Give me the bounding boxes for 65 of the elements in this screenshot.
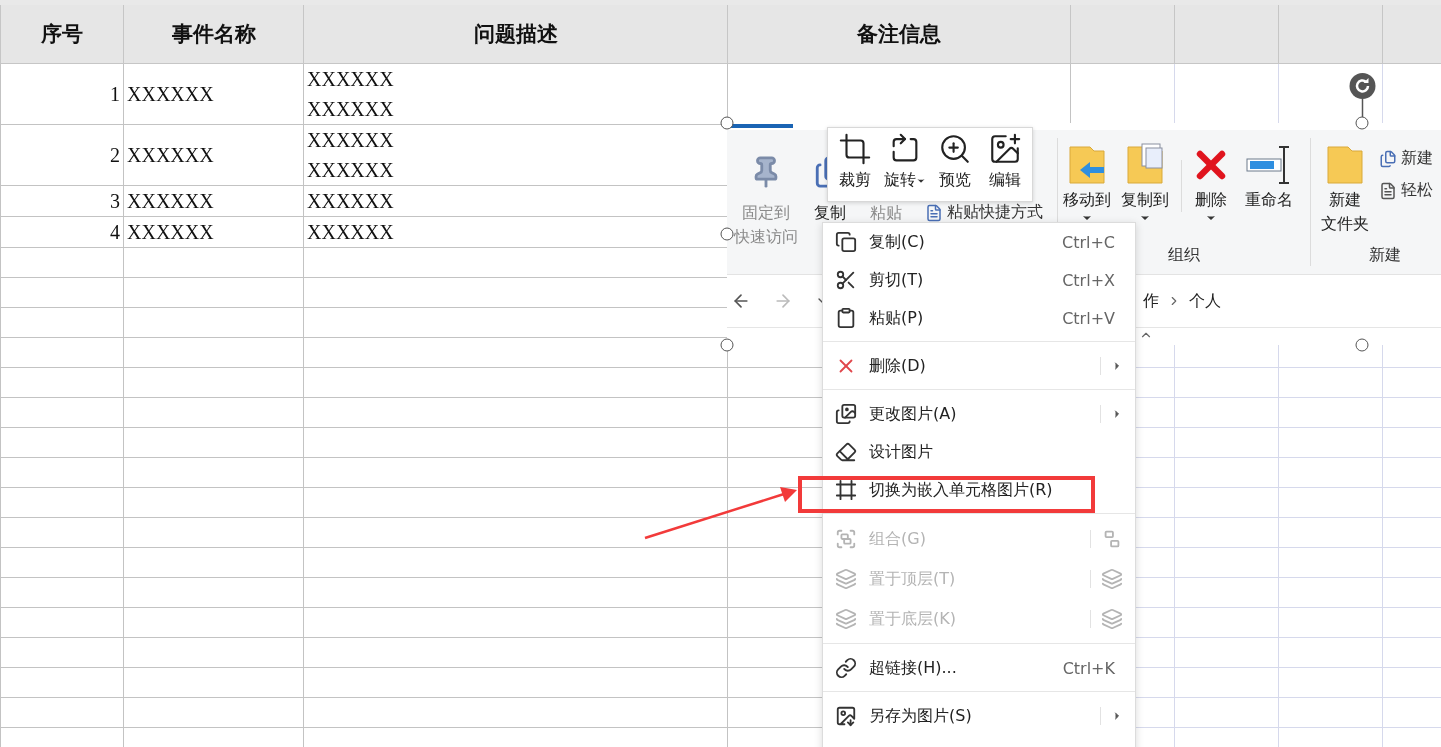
table-cell-text: XXXXXX — [307, 97, 394, 122]
document-icon — [1379, 181, 1397, 200]
resize-handle[interactable] — [720, 116, 734, 130]
images-icon — [835, 403, 857, 425]
menu-item[interactable]: 删除(D) — [823, 347, 1135, 385]
breadcrumb[interactable]: 个人 — [1189, 290, 1221, 312]
toolbar-button[interactable]: 旋转 — [880, 128, 930, 201]
group-label: 组织 — [1168, 244, 1200, 267]
toolbar-button[interactable]: 裁剪 — [830, 128, 880, 201]
menu-item[interactable]: 粘贴(P) Ctrl+V — [823, 299, 1135, 337]
clipboard-icon — [835, 307, 857, 329]
crop-icon — [838, 132, 872, 166]
frame-icon — [835, 479, 857, 501]
layers-icon — [1101, 568, 1123, 590]
menu-item[interactable]: 剪切(T) Ctrl+X — [823, 261, 1135, 299]
table-cell-text: XXXXXX — [126, 143, 215, 168]
resize-handle[interactable] — [720, 338, 734, 352]
image-icon — [835, 705, 857, 727]
layers-icon — [835, 608, 857, 630]
ribbon-button[interactable]: 删除 — [1190, 129, 1232, 243]
ribbon-button[interactable]: 新建 文件夹 — [1313, 129, 1377, 243]
ribbon-button[interactable]: 粘贴快捷方式 — [925, 199, 1043, 226]
toolbar-button[interactable]: 预览 — [930, 128, 980, 201]
ribbon-button[interactable]: 轻松 — [1379, 177, 1433, 204]
breadcrumb[interactable]: 作 — [1143, 290, 1159, 312]
resize-handle[interactable] — [1355, 116, 1369, 130]
menu-item[interactable]: 另存为图片(S) — [823, 697, 1135, 735]
table-cell-text: XXXXXX — [307, 189, 394, 214]
table-cell-text: 2 — [109, 143, 121, 168]
resize-handle[interactable] — [720, 227, 734, 241]
column-header: 序号 — [0, 5, 124, 64]
table-cell-text: 4 — [109, 220, 121, 245]
column-header: 问题描述 — [303, 5, 728, 64]
group-icon — [835, 528, 857, 550]
image-edit-icon — [988, 132, 1022, 166]
table-cell-text: XXXXXX — [307, 67, 394, 92]
files-icon — [1379, 149, 1397, 168]
table-cell-text: XXXXXX — [307, 220, 394, 245]
column-header: 备注信息 — [727, 5, 1071, 64]
link-icon — [835, 657, 857, 679]
shortcut-icon — [925, 203, 943, 222]
table-cell-text: XXXXXX — [126, 220, 215, 245]
table-cell-text: 3 — [109, 189, 121, 214]
copy-icon — [835, 231, 857, 253]
ribbon-button[interactable]: 新建 — [1379, 145, 1433, 172]
menu-item[interactable]: 更改图片(A) — [823, 395, 1135, 433]
table-cell-text: XXXXXX — [307, 158, 394, 183]
zoom-in-icon — [938, 132, 972, 166]
toolbar-button[interactable]: 编辑 — [980, 128, 1030, 201]
layers-icon — [1101, 608, 1123, 630]
table-cell-text: XXXXXX — [126, 189, 215, 214]
group-label: 新建 — [1369, 244, 1401, 267]
column-header: 事件名称 — [123, 5, 304, 64]
eraser-icon — [835, 441, 857, 463]
menu-item[interactable]: 设计图片 — [823, 433, 1135, 471]
table-cell-text: 1 — [109, 82, 121, 107]
table-cell-text: XXXXXX — [126, 82, 215, 107]
layers-icon — [835, 568, 857, 590]
table-cell-text: XXXXXX — [307, 128, 394, 153]
rotate-handle[interactable] — [1349, 73, 1376, 117]
menu-item[interactable]: 超链接(H)... Ctrl+K — [823, 649, 1135, 687]
folder-documents-icon — [1124, 142, 1166, 187]
menu-item[interactable]: 切换为嵌入单元格图片(R) — [823, 471, 1135, 509]
scissors-icon — [835, 269, 857, 291]
ribbon-button[interactable]: 重命名 — [1232, 129, 1306, 243]
